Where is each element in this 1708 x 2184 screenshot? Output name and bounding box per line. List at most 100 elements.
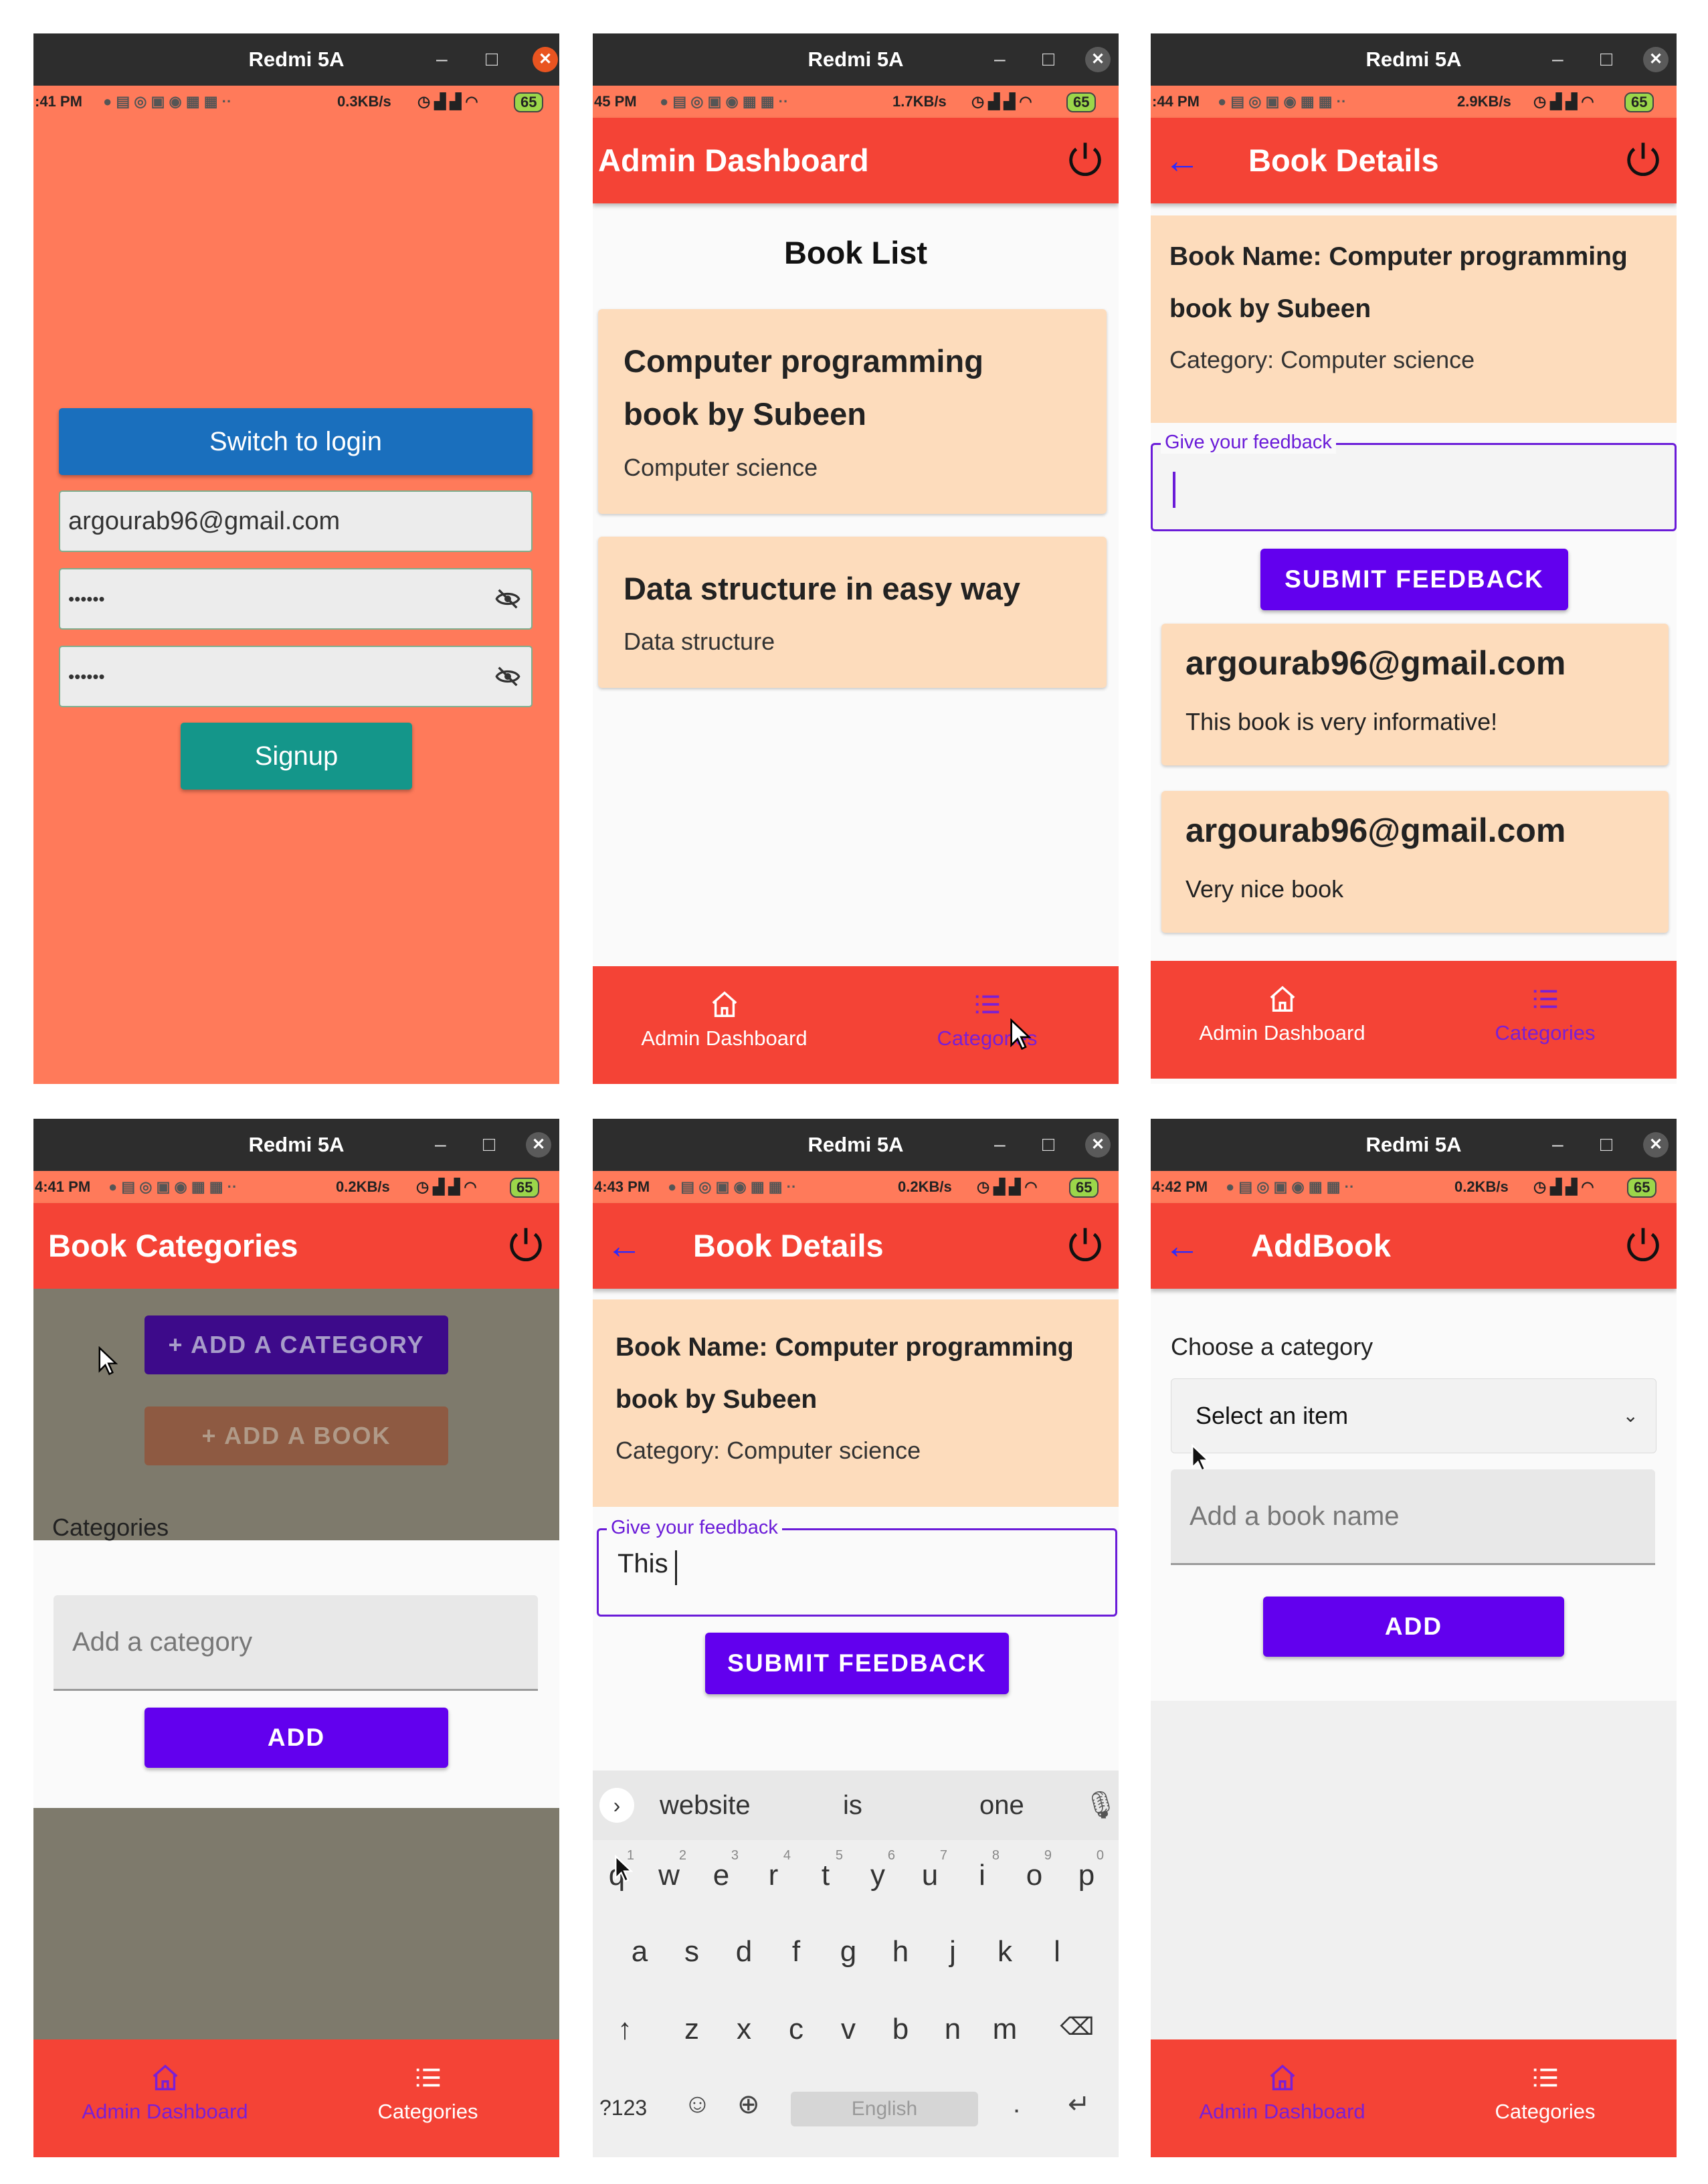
key-i[interactable]: i8 [962, 1848, 1002, 1892]
submit-feedback-button[interactable]: SUBMIT FEEDBACK [705, 1633, 1009, 1694]
back-arrow-icon[interactable]: ← [1164, 1203, 1200, 1289]
book-name-input[interactable]: Add a book name [1171, 1469, 1655, 1565]
suggestion[interactable]: is [843, 1770, 862, 1840]
close-window-button[interactable]: ✕ [533, 47, 558, 72]
visibility-off-icon[interactable] [494, 663, 522, 690]
close-window-button[interactable]: ✕ [1085, 1132, 1111, 1158]
key-l[interactable]: l [1037, 1935, 1077, 1969]
period-key[interactable]: . [1013, 2089, 1020, 2119]
back-arrow-icon[interactable]: ← [606, 1203, 642, 1289]
key-h[interactable]: h [880, 1935, 921, 1969]
key-b[interactable]: b [880, 2013, 921, 2046]
maximize-button[interactable]: □ [1042, 1119, 1054, 1171]
key-o[interactable]: o9 [1014, 1848, 1054, 1892]
maximize-button[interactable]: □ [1600, 1119, 1612, 1171]
email-field[interactable]: argourab96@gmail.com [59, 490, 533, 552]
visibility-off-icon[interactable] [494, 585, 522, 612]
maximize-button[interactable]: □ [1042, 33, 1054, 86]
submit-feedback-button[interactable]: SUBMIT FEEDBACK [1260, 549, 1568, 610]
feedback-field[interactable]: Give your feedback [1151, 432, 1677, 531]
close-window-button[interactable]: ✕ [526, 1132, 551, 1158]
back-arrow-icon[interactable]: ← [1164, 118, 1200, 203]
android-status-bar: :44 PM ● ▤ ◎ ▣ ◉ ▦ ▦ ·· 2.9KB/s ◷ ▟ ▟ ◠ … [1151, 86, 1677, 118]
close-window-button[interactable]: ✕ [1643, 47, 1669, 72]
key-n[interactable]: n [933, 2013, 973, 2046]
maximize-button[interactable]: □ [1600, 33, 1612, 86]
feedback-field[interactable]: Give your feedback This [597, 1517, 1117, 1617]
category-input[interactable]: Add a category [54, 1595, 538, 1691]
confirm-password-field[interactable]: •••••• [59, 646, 533, 707]
status-time: :44 PM [1152, 93, 1200, 110]
nav-categories[interactable]: Categories [296, 2039, 559, 2157]
backspace-key-icon[interactable]: ⌫ [1057, 2013, 1097, 2041]
signup-button[interactable]: Signup [181, 723, 412, 790]
enter-key-icon[interactable]: ↵ [1068, 2089, 1090, 2120]
maximize-button[interactable]: □ [486, 33, 498, 86]
add-book-submit-button[interactable]: ADD [1263, 1597, 1564, 1657]
key-f[interactable]: f [776, 1935, 816, 1969]
key-v[interactable]: v [828, 2013, 868, 2046]
suggestion[interactable]: website [660, 1770, 751, 1840]
signal-icons: ◷ ▟ ▟ ◠ [1533, 1178, 1594, 1195]
minimize-button[interactable]: – [1552, 33, 1563, 86]
power-icon[interactable] [1064, 139, 1107, 182]
book-card[interactable]: Data structure in easy way Data structur… [598, 537, 1107, 688]
power-icon[interactable] [1064, 1224, 1107, 1267]
minimize-button[interactable]: – [435, 1119, 446, 1171]
key-g[interactable]: g [828, 1935, 868, 1969]
add-category-button[interactable]: + ADD A CATEGORY [145, 1315, 448, 1374]
maximize-button[interactable]: □ [483, 1119, 495, 1171]
add-category-submit-button[interactable]: ADD [145, 1708, 448, 1768]
close-window-button[interactable]: ✕ [1643, 1132, 1669, 1158]
window-titlebar: Redmi 5A – □ ✕ [33, 33, 559, 86]
add-book-button[interactable]: + ADD A BOOK [145, 1406, 448, 1465]
minimize-button[interactable]: – [994, 33, 1006, 86]
key-k[interactable]: k [985, 1935, 1025, 1969]
emoji-key-icon[interactable]: ☺ [684, 2089, 711, 2119]
key-c[interactable]: c [776, 2013, 816, 2046]
symbols-key[interactable]: ?123 [599, 2096, 647, 2120]
key-y[interactable]: y6 [858, 1848, 898, 1892]
minimize-button[interactable]: – [1552, 1119, 1563, 1171]
key-w[interactable]: w2 [649, 1848, 689, 1892]
close-window-button[interactable]: ✕ [1085, 47, 1111, 72]
minimize-button[interactable]: – [994, 1119, 1006, 1171]
nav-categories[interactable]: Categories [1414, 2039, 1677, 2157]
space-key[interactable]: English [791, 2092, 978, 2126]
globe-key-icon[interactable]: ⊕ [737, 2089, 760, 2120]
power-icon[interactable] [1622, 139, 1665, 182]
minimize-button[interactable]: – [436, 33, 448, 86]
suggestion[interactable]: one [979, 1770, 1024, 1840]
key-p[interactable]: p0 [1066, 1848, 1107, 1892]
key-d[interactable]: d [724, 1935, 764, 1969]
nav-admin-dashboard[interactable]: Admin Dashboard [1151, 961, 1414, 1079]
nav-admin-dashboard[interactable]: Admin Dashboard [593, 966, 856, 1084]
shift-key-icon[interactable]: ↑ [605, 2013, 645, 2046]
status-time: 45 PM [594, 93, 637, 110]
key-j[interactable]: j [933, 1935, 973, 1969]
key-r[interactable]: r4 [753, 1848, 793, 1892]
key-e[interactable]: e3 [701, 1848, 741, 1892]
key-x[interactable]: x [724, 2013, 764, 2046]
feedback-value: This [618, 1549, 668, 1578]
key-s[interactable]: s [672, 1935, 712, 1969]
nav-admin-dashboard[interactable]: Admin Dashboard [33, 2039, 296, 2157]
key-a[interactable]: a [620, 1935, 660, 1969]
suggestion-expand-icon[interactable]: › [599, 1788, 634, 1823]
nav-categories[interactable]: Categories [1414, 961, 1677, 1079]
nav-admin-dashboard[interactable]: Admin Dashboard [1151, 2039, 1414, 2157]
key-m[interactable]: m [985, 2013, 1025, 2046]
book-card[interactable]: Computer programming book by Subeen Comp… [598, 309, 1107, 514]
key-u[interactable]: u7 [910, 1848, 950, 1892]
switch-to-login-button[interactable]: Switch to login [59, 408, 533, 475]
nav-categories[interactable]: Categories [856, 966, 1119, 1084]
battery-icon: 65 [514, 92, 544, 112]
password-field[interactable]: •••••• [59, 568, 533, 630]
bottom-navigation: Admin Dashboard Categories [1151, 961, 1677, 1079]
power-icon[interactable] [504, 1224, 547, 1267]
power-icon[interactable] [1622, 1224, 1665, 1267]
key-t[interactable]: t5 [805, 1848, 846, 1892]
key-z[interactable]: z [672, 2013, 712, 2046]
category-dropdown[interactable]: Select an item ⌄ [1171, 1378, 1656, 1453]
microphone-icon[interactable]: 🎙 [1084, 1770, 1118, 1840]
